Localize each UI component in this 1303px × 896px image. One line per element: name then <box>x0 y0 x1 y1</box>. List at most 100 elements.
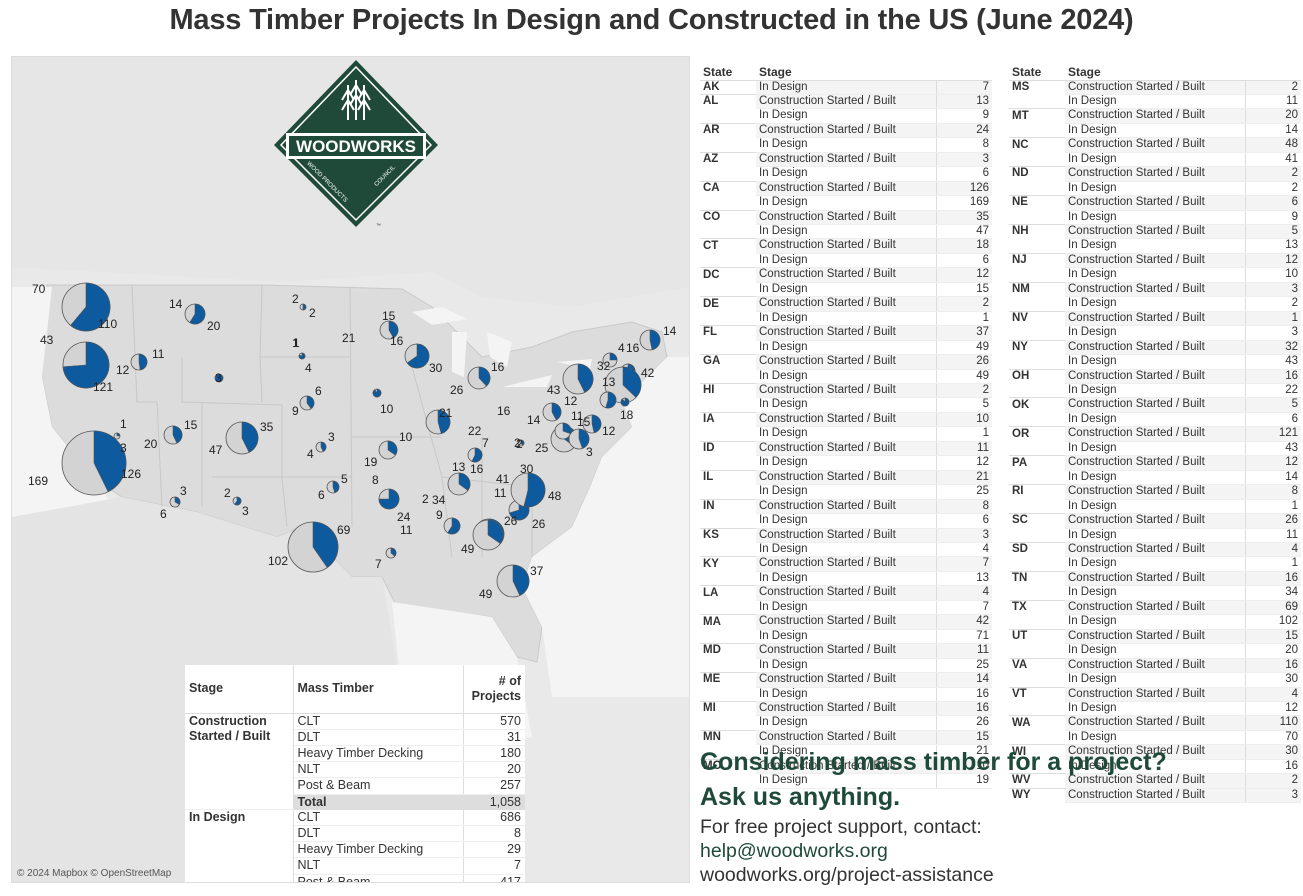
pie-mo[interactable] <box>378 440 398 460</box>
state-stage: In Design <box>1065 672 1245 688</box>
state-code: ID <box>700 440 756 456</box>
logo-tm: ™ <box>376 223 381 229</box>
pie-ia[interactable] <box>372 388 382 398</box>
state-code: DC <box>700 267 756 283</box>
state-row: AZ Construction Started / Built 3 <box>700 151 992 168</box>
state-row: MN Construction Started / Built 15 <box>700 729 992 746</box>
state-code: KY <box>700 556 756 572</box>
state-count: 47 <box>935 224 992 240</box>
state-code: OH <box>1009 368 1065 384</box>
state-count: 48 <box>1244 137 1301 153</box>
state-stage: Construction Started / Built <box>1065 368 1245 385</box>
state-stage: Construction Started / Built <box>1065 166 1245 182</box>
pie-nv[interactable] <box>113 432 121 440</box>
pie-label-vt-b: 4 <box>618 341 625 355</box>
summary-row: In Design CLT 686 <box>185 809 525 882</box>
state-code <box>700 253 756 267</box>
pie-fl[interactable] <box>496 564 530 598</box>
pie-mi[interactable] <box>467 366 491 390</box>
pie-az[interactable] <box>169 496 181 508</box>
state-count: 14 <box>1244 123 1301 139</box>
pie-md[interactable] <box>554 422 572 440</box>
state-count: 4 <box>1244 686 1301 703</box>
pie-nd[interactable] <box>299 303 307 311</box>
map-attribution[interactable]: © 2024 Mapbox © OpenStreetMap <box>17 868 171 879</box>
state-code <box>700 456 756 470</box>
pie-nm[interactable] <box>232 496 242 506</box>
state-row: In Design 4 <box>700 542 992 558</box>
pie-ca[interactable] <box>61 430 127 496</box>
state-stage: In Design <box>756 484 936 500</box>
state-row: KS Construction Started / Built 3 <box>700 527 992 544</box>
summary-total-label: Total <box>293 794 463 810</box>
state-count: 2 <box>935 296 992 312</box>
pie-label-wa-d: 70 <box>32 282 46 296</box>
state-code <box>700 716 756 730</box>
pie-label-ar-d: 24 <box>397 510 411 524</box>
pie-ar[interactable] <box>378 488 400 510</box>
state-row: VT Construction Started / Built 4 <box>1009 686 1301 703</box>
pie-ut[interactable] <box>163 425 183 445</box>
pie-ok[interactable] <box>326 480 340 494</box>
state-row: In Design 70 <box>1009 730 1301 746</box>
state-code <box>700 687 756 701</box>
us-map[interactable]: 70 110 43 121 169 126 1 3 12 11 14 20 20 15 6 3 47 35 2 3 3 2… <box>11 56 690 883</box>
pie-sd[interactable] <box>298 352 306 360</box>
pie-co[interactable] <box>225 421 259 455</box>
state-code <box>1009 615 1065 629</box>
pie-id[interactable] <box>130 353 148 371</box>
state-code: AK <box>700 79 756 95</box>
state-code: CT <box>700 238 756 254</box>
pie-label-ma-b: 42 <box>641 366 655 380</box>
state-row: In Design 2 <box>1009 181 1301 197</box>
pie-nc[interactable] <box>510 472 546 508</box>
pie-oh[interactable] <box>542 402 562 422</box>
pie-in[interactable] <box>467 447 483 463</box>
state-code: AR <box>700 122 756 138</box>
state-row: In Design 71 <box>700 629 992 645</box>
state-row: AR Construction Started / Built 24 <box>700 122 992 139</box>
pie-label-tx-b: 69 <box>337 523 351 537</box>
pie-la[interactable] <box>385 547 397 559</box>
state-code <box>700 514 756 528</box>
state-stage: In Design <box>1065 354 1245 370</box>
pie-ky[interactable] <box>447 472 471 496</box>
pie-ga[interactable] <box>472 519 504 551</box>
state-count: 14 <box>1244 470 1301 486</box>
pie-label-dc-b: 15 <box>577 415 591 429</box>
state-stage: Construction Started / Built <box>1065 513 1245 529</box>
pie-wi[interactable] <box>404 343 430 369</box>
pie-me[interactable] <box>639 329 661 351</box>
pie-ri[interactable] <box>620 397 630 407</box>
pie-tx[interactable] <box>287 521 339 573</box>
pie-al[interactable] <box>443 517 461 535</box>
pie-label-de-d: 2 <box>514 436 521 450</box>
state-stage: Construction Started / Built <box>756 585 936 601</box>
pie-label-va-b: 25 <box>535 441 549 455</box>
state-count: 121 <box>1244 426 1301 442</box>
state-row: UT Construction Started / Built 15 <box>1009 628 1301 645</box>
pie-ny[interactable] <box>562 363 594 395</box>
state-code: IA <box>700 411 756 427</box>
state-count: 18 <box>935 238 992 254</box>
state-stage: Construction Started / Built <box>1065 79 1245 95</box>
state-row: In Design 8 <box>700 137 992 153</box>
cta-heading-2: Ask us anything. <box>700 783 901 811</box>
pie-ks[interactable] <box>315 441 327 453</box>
pie-label-mt-b: 20 <box>207 319 221 333</box>
summary-timber-type: CLT <box>293 809 463 826</box>
state-row: In Design 9 <box>700 108 992 124</box>
pie-mt[interactable] <box>184 303 206 325</box>
url-link[interactable]: woodworks.org/project-assistance <box>700 863 1300 887</box>
pie-label-ar-b: 8 <box>372 473 379 487</box>
pie-ne[interactable] <box>299 395 315 411</box>
pie-label-mn-b: 15 <box>382 309 396 323</box>
email-link[interactable]: help@woodworks.org <box>700 840 888 862</box>
pie-label-ia-b: 10 <box>380 402 394 416</box>
state-row: NY Construction Started / Built 32 <box>1009 339 1301 356</box>
state-code: FL <box>700 325 756 341</box>
state-count: 4 <box>935 542 992 558</box>
summary-header-projects: # of Projects <box>462 665 525 714</box>
pie-label-nc-b: 48 <box>548 489 562 503</box>
pie-nj[interactable] <box>599 391 617 409</box>
